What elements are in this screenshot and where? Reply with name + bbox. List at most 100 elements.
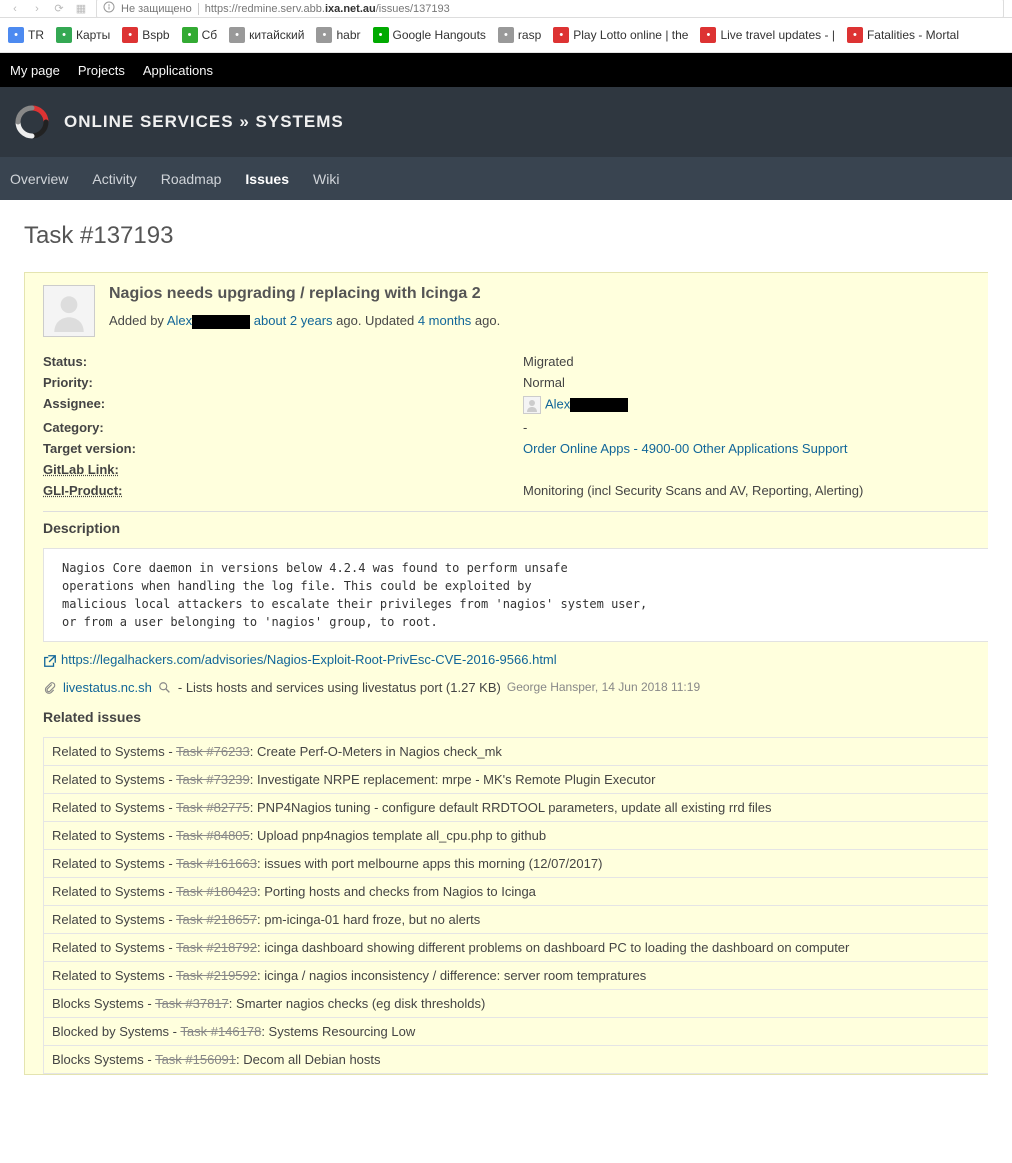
related-issue-row: Related to Systems - Task #76233: Create… [44,738,989,766]
bookmark-label: Live travel updates - | [720,28,835,42]
related-task-desc: : Upload pnp4nagios template all_cpu.php… [250,828,546,843]
related-task-link[interactable]: Task #37817 [155,996,229,1011]
target-version-link[interactable]: Order Online Apps - 4900-00 Other Applic… [523,441,847,456]
main-menu-tab[interactable]: Wiki [313,171,339,187]
updated-ago-link[interactable]: 4 months [418,313,471,328]
bookmark-icon: • [847,27,863,43]
priority-value: Normal [523,375,565,390]
bookmark-icon: • [700,27,716,43]
author-link[interactable]: Alex [167,313,192,328]
gitlab-link-label: GitLab Link: [43,462,523,477]
advisory-link[interactable]: https://legalhackers.com/advisories/Nagi… [61,652,557,667]
main-menu-tab[interactable]: Roadmap [161,171,222,187]
attachment-name[interactable]: livestatus.nc.sh [63,680,152,695]
category-label: Category: [43,420,523,435]
bookmark-label: rasp [518,28,541,42]
bookmark-label: TR [28,28,44,42]
issue-author-line: Added by Alex about 2 years ago. Updated… [109,313,500,329]
forward-icon[interactable]: › [30,2,44,16]
apps-icon[interactable]: ▦ [74,2,88,16]
status-label: Status: [43,354,523,369]
main-menu-tab[interactable]: Issues [245,171,289,187]
description-heading: Description [43,520,988,536]
top-menu-item[interactable]: My page [10,63,60,78]
logo-icon [14,104,50,140]
bookmark-item[interactable]: • Fatalities - Mortal [847,27,959,43]
url-text: https://redmine.serv.abb.ixa.net.au/issu… [205,3,450,15]
related-issue-row: Related to Systems - Task #219592: icing… [44,962,989,990]
reload-icon[interactable]: ⟳ [52,2,66,16]
bookmark-item[interactable]: •Карты [56,27,110,43]
related-task-link[interactable]: Task #156091 [155,1052,236,1067]
priority-label: Priority: [43,375,523,390]
insecure-icon [103,1,115,16]
bookmark-item[interactable]: • rasp [498,27,541,43]
bookmark-label: Fatalities - Mortal [867,28,959,42]
related-task-link[interactable]: Task #73239 [176,772,250,787]
relation-type: Related to Systems - [52,912,176,927]
related-issue-row: Related to Systems - Task #218657: pm-ic… [44,906,989,934]
bookmark-label: китайский [249,28,304,42]
attachment-row: livestatus.nc.sh - Lists hosts and servi… [43,680,988,696]
relation-type: Blocked by Systems - [52,1024,180,1039]
related-task-link[interactable]: Task #146178 [180,1024,261,1039]
top-menu-item[interactable]: Projects [78,63,125,78]
related-task-desc: : issues with port melbourne apps this m… [257,856,602,871]
main-menu-tab[interactable]: Overview [10,171,68,187]
relation-type: Blocks Systems - [52,1052,155,1067]
magnify-icon[interactable] [158,680,172,696]
related-task-link[interactable]: Task #82775 [176,800,250,815]
bookmark-item[interactable]: •Сб [182,27,218,43]
address-bar[interactable]: Не защищено https://redmine.serv.abb.ixa… [96,0,1004,18]
related-issue-row: Related to Systems - Task #180423: Porti… [44,878,989,906]
back-icon[interactable]: ‹ [8,2,22,16]
related-task-link[interactable]: Task #219592 [176,968,257,983]
bookmark-label: Сб [202,28,218,42]
header-title[interactable]: ONLINE SERVICES » SYSTEMS [64,112,344,132]
bookmark-item[interactable]: •Play Lotto online | the [553,27,688,43]
related-task-desc: : Create Perf-O-Meters in Nagios check_m… [250,744,502,759]
attachment-meta: George Hansper, 14 Jun 2018 11:19 [507,680,700,694]
top-menu-item[interactable]: Applications [143,63,213,78]
bookmark-item[interactable]: • habr [316,27,360,43]
related-task-link[interactable]: Task #218657 [176,912,257,927]
relation-type: Related to Systems - [52,940,176,955]
bookmark-label: habr [336,28,360,42]
bookmark-item[interactable]: •TR [8,27,44,43]
attachment-desc: - Lists hosts and services using livesta… [178,680,501,695]
related-task-link[interactable]: Task #161663 [176,856,257,871]
paperclip-icon [43,680,57,696]
bookmark-icon: • [316,27,332,43]
created-ago-link[interactable]: about 2 years [254,313,333,328]
related-issue-row: Related to Systems - Task #73239: Invest… [44,766,989,794]
related-task-desc: : Investigate NRPE replacement: mrpe - M… [250,772,656,787]
related-task-link[interactable]: Task #76233 [176,744,250,759]
related-task-link[interactable]: Task #180423 [176,884,257,899]
redacted-name [192,315,250,329]
related-task-desc: : pm-icinga-01 hard froze, but no alerts [257,912,480,927]
issue-attributes: Status:Migrated Priority:Normal Assignee… [43,351,988,501]
bookmark-label: Google Hangouts [393,28,486,42]
assignee-link[interactable]: Alex [545,396,570,411]
bookmark-item[interactable]: • Live travel updates - | [700,27,835,43]
related-task-link[interactable]: Task #218792 [176,940,257,955]
bookmark-item[interactable]: •Bspb [122,27,169,43]
bookmark-item[interactable]: •китайский [229,27,304,43]
bookmark-item[interactable]: •Google Hangouts [373,27,486,43]
author-avatar [43,285,95,337]
status-value: Migrated [523,354,574,369]
main-menu-tab[interactable]: Activity [92,171,136,187]
main-menu: Overview Activity Roadmap Issues Wiki [0,157,1012,200]
bookmark-icon: • [498,27,514,43]
relation-type: Related to Systems - [52,968,176,983]
gli-product-label: GLI-Product: [43,483,523,498]
related-issues-heading: Related issues [43,709,988,725]
secure-text: Не защищено [121,3,192,15]
bookmark-icon: • [122,27,138,43]
related-issue-row: Related to Systems - Task #84805: Upload… [44,822,989,850]
related-task-desc: : Porting hosts and checks from Nagios t… [257,884,536,899]
bookmark-label: Play Lotto online | the [573,28,688,42]
assignee-avatar [523,396,541,414]
related-issue-row: Related to Systems - Task #82775: PNP4Na… [44,794,989,822]
related-task-link[interactable]: Task #84805 [176,828,250,843]
